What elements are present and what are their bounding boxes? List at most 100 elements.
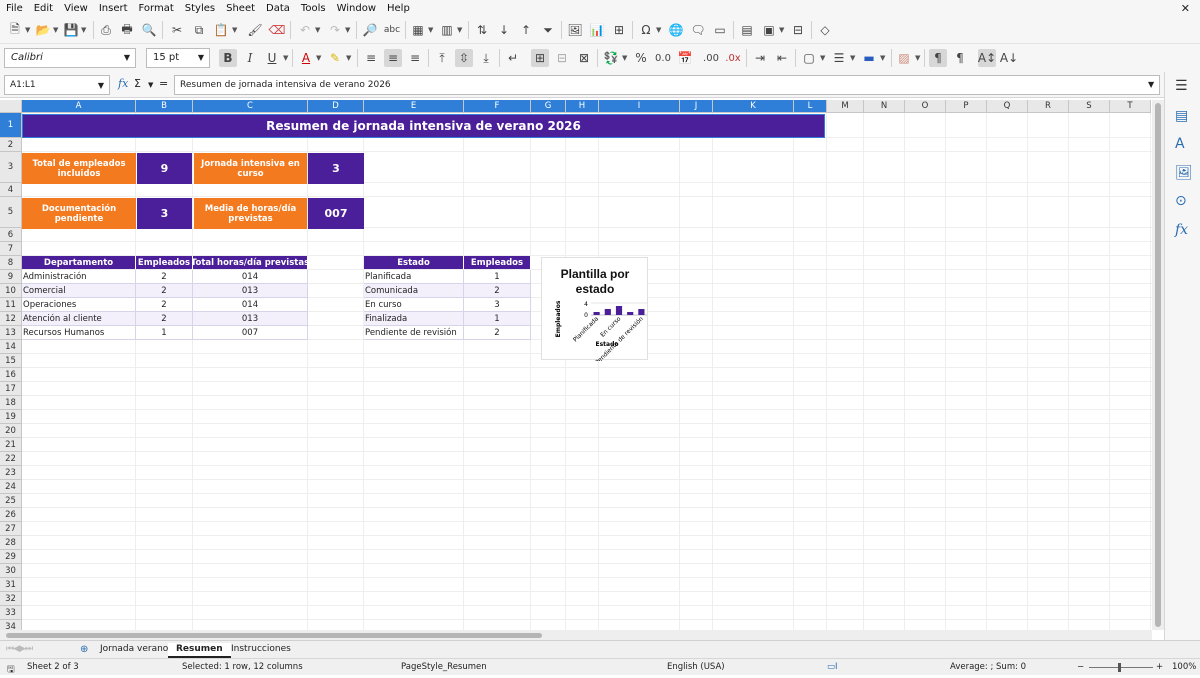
name-box[interactable]: A1:L1 ▼ xyxy=(4,75,110,95)
estado-cell[interactable]: Finalizada xyxy=(364,312,464,326)
select-all-corner[interactable] xyxy=(0,100,22,113)
column-header-c[interactable]: C xyxy=(193,100,308,113)
chevron-down-icon[interactable]: ▼ xyxy=(232,26,237,34)
column-header-p[interactable]: P xyxy=(946,100,987,113)
chevron-down-icon[interactable]: ▼ xyxy=(457,26,462,34)
row-header-23[interactable]: 23 xyxy=(0,466,22,480)
row-header-13[interactable]: 13 xyxy=(0,326,22,340)
increase-indent-icon[interactable]: ⇥ xyxy=(751,49,769,67)
chevron-down-icon[interactable]: ▼ xyxy=(283,54,288,62)
dept-cell[interactable]: 2 xyxy=(136,270,193,284)
chevron-down-icon[interactable]: ▼ xyxy=(315,26,320,34)
dept-cell[interactable]: 2 xyxy=(136,284,193,298)
chart-object[interactable]: Plantilla por estado Empleados 4 0 Planificad… xyxy=(541,257,648,366)
zoom-slider-handle[interactable] xyxy=(1118,663,1121,672)
vertical-scrollbar[interactable] xyxy=(1152,100,1164,630)
kpi-jornada-label[interactable]: Jornada intensiva en curso xyxy=(194,153,307,184)
column-header-n[interactable]: N xyxy=(864,100,905,113)
chevron-down-icon[interactable]: ▼ xyxy=(345,26,350,34)
dept-cell[interactable]: 014 xyxy=(193,270,308,284)
column-header-s[interactable]: S xyxy=(1069,100,1110,113)
border-color-icon[interactable]: ▬ xyxy=(860,49,878,67)
menu-help[interactable]: Help xyxy=(387,3,410,14)
kpi-media-value[interactable]: 007 xyxy=(308,198,364,229)
chevron-down-icon[interactable]: ▼ xyxy=(850,54,855,62)
estado-cell[interactable]: 2 xyxy=(464,284,531,298)
add-decimal-icon[interactable]: .00 xyxy=(702,49,720,67)
status-page-style[interactable]: PageStyle_Resumen xyxy=(401,662,487,672)
row-header-32[interactable]: 32 xyxy=(0,592,22,606)
dept-cell[interactable]: 014 xyxy=(193,298,308,312)
highlight-color-icon[interactable]: ✎ xyxy=(326,49,344,67)
autofilter-icon[interactable]: ⏷ xyxy=(539,21,557,39)
add-sheet-icon[interactable]: ⊕ xyxy=(80,644,88,655)
align-bottom-icon[interactable]: ⤓ xyxy=(477,49,495,67)
row-header-33[interactable]: 33 xyxy=(0,606,22,620)
row-header-28[interactable]: 28 xyxy=(0,536,22,550)
special-character-icon[interactable]: Ω xyxy=(637,21,655,39)
estado-cell[interactable]: En curso xyxy=(364,298,464,312)
row-header-18[interactable]: 18 xyxy=(0,396,22,410)
column-header-r[interactable]: R xyxy=(1028,100,1069,113)
row-header-20[interactable]: 20 xyxy=(0,424,22,438)
navigator-icon[interactable]: ⊙ xyxy=(1175,193,1187,209)
chevron-down-icon[interactable]: ▼ xyxy=(915,54,920,62)
chevron-down-icon[interactable]: ▼ xyxy=(622,54,627,62)
zoom-slider[interactable] xyxy=(1089,667,1153,668)
row-header-2[interactable]: 2 xyxy=(0,138,22,152)
column-header-d[interactable]: D xyxy=(308,100,364,113)
save-icon[interactable]: 💾 xyxy=(62,21,80,39)
row-header-3[interactable]: 3 xyxy=(0,152,22,183)
horizontal-scrollbar[interactable] xyxy=(0,630,1152,640)
column-header-m[interactable]: M xyxy=(827,100,864,113)
estado-cell[interactable]: Planificada xyxy=(364,270,464,284)
dept-cell[interactable]: 013 xyxy=(193,284,308,298)
status-language[interactable]: English (USA) xyxy=(667,662,725,672)
currency-icon[interactable]: 💱 xyxy=(602,49,620,67)
row-header-6[interactable]: 6 xyxy=(0,228,22,242)
column-header-o[interactable]: O xyxy=(905,100,946,113)
row-header-9[interactable]: 9 xyxy=(0,270,22,284)
styles-icon[interactable]: A xyxy=(1175,136,1185,152)
row-header-4[interactable]: 4 xyxy=(0,183,22,197)
row-header-7[interactable]: 7 xyxy=(0,242,22,256)
properties-icon[interactable]: ▤ xyxy=(1175,108,1188,124)
kpi-total-label[interactable]: Total de empleados incluidos xyxy=(22,153,136,184)
row-header-17[interactable]: 17 xyxy=(0,382,22,396)
row-header-22[interactable]: 22 xyxy=(0,452,22,466)
column-header-h[interactable]: H xyxy=(566,100,599,113)
define-print-area-icon[interactable]: ▤ xyxy=(738,21,756,39)
header-footer-icon[interactable]: ▭ xyxy=(711,21,729,39)
column-header-e[interactable]: E xyxy=(364,100,464,113)
menu-styles[interactable]: Styles xyxy=(185,3,215,14)
function-wizard-icon[interactable]: fx xyxy=(118,77,128,90)
close-document-icon[interactable]: ✕ xyxy=(1181,2,1190,15)
chevron-down-icon[interactable]: ▼ xyxy=(81,26,86,34)
zoom-level[interactable]: 100% xyxy=(1172,662,1196,672)
row-header-16[interactable]: 16 xyxy=(0,368,22,382)
menu-format[interactable]: Format xyxy=(139,3,174,14)
row-header-15[interactable]: 15 xyxy=(0,354,22,368)
dept-cell[interactable]: 2 xyxy=(136,298,193,312)
row-header-29[interactable]: 29 xyxy=(0,550,22,564)
estado-cell[interactable]: 2 xyxy=(464,326,531,340)
sort-icon[interactable]: ⇅ xyxy=(473,21,491,39)
insert-image-icon[interactable]: 🖼 xyxy=(566,21,584,39)
dept-cell[interactable]: Recursos Humanos xyxy=(22,326,136,340)
conditional-format-icon[interactable]: ▨ xyxy=(895,49,913,67)
text-direction-ltr-icon[interactable]: ¶ xyxy=(929,49,947,67)
chevron-down-icon[interactable]: ▼ xyxy=(820,54,825,62)
row-header-8[interactable]: 8 xyxy=(0,256,22,270)
kpi-jornada-value[interactable]: 3 xyxy=(308,153,364,184)
dept-header-empleados[interactable]: Empleados xyxy=(136,256,193,269)
font-color-icon[interactable]: A xyxy=(297,49,315,67)
row-header-21[interactable]: 21 xyxy=(0,438,22,452)
row-header-12[interactable]: 12 xyxy=(0,312,22,326)
kpi-doc-label[interactable]: Documentación pendiente xyxy=(22,198,136,229)
row-header-24[interactable]: 24 xyxy=(0,480,22,494)
clear-formatting-icon[interactable]: ⌫ xyxy=(268,21,286,39)
kpi-doc-value[interactable]: 3 xyxy=(137,198,192,229)
functions-icon[interactable]: fx xyxy=(1175,222,1188,238)
chevron-down-icon[interactable]: ▼ xyxy=(880,54,885,62)
dept-cell[interactable]: 013 xyxy=(193,312,308,326)
